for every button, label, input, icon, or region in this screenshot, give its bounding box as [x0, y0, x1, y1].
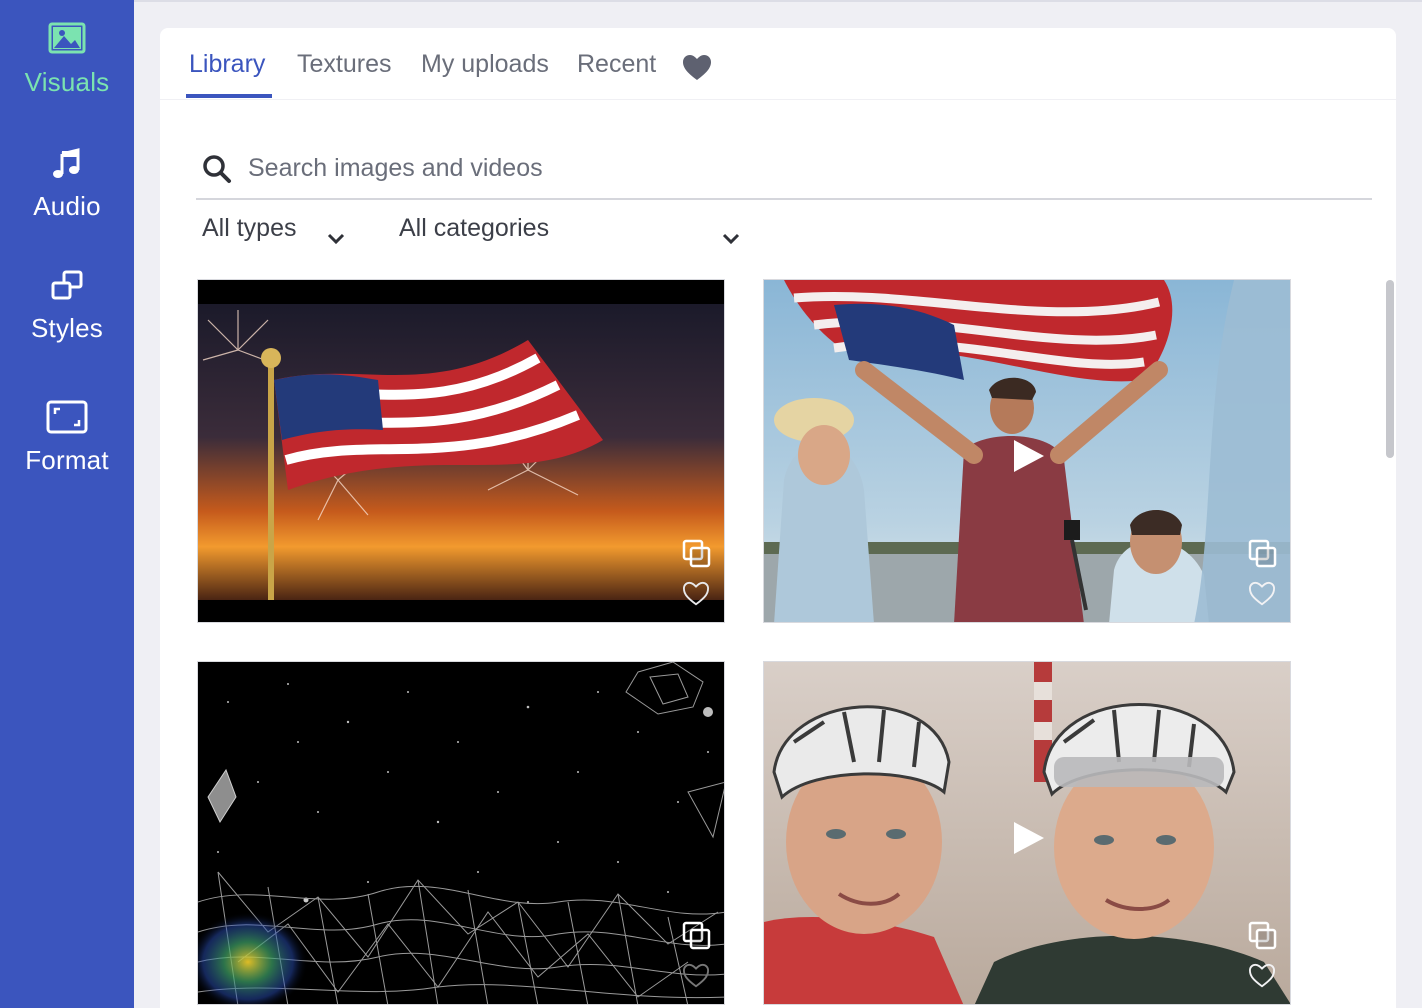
- tab-my-uploads[interactable]: My uploads: [421, 50, 549, 79]
- image-icon: [0, 22, 134, 61]
- tab-recent[interactable]: Recent: [577, 50, 656, 79]
- search-input[interactable]: [248, 148, 1348, 188]
- duplicate-icon[interactable]: [1248, 539, 1278, 574]
- heart-icon[interactable]: [682, 54, 712, 87]
- play-icon[interactable]: [1012, 820, 1046, 861]
- media-tile[interactable]: [197, 661, 725, 1005]
- duplicate-icon[interactable]: [1248, 921, 1278, 956]
- tab-bar: Library Textures My uploads Recent: [160, 28, 1396, 100]
- sidebar-item-visuals[interactable]: Visuals: [0, 22, 134, 98]
- music-note-icon: [0, 148, 134, 185]
- search-icon: [202, 154, 232, 189]
- media-tile[interactable]: [197, 279, 725, 623]
- tab-active-indicator: [186, 94, 272, 98]
- play-icon[interactable]: [1012, 438, 1046, 479]
- media-tile[interactable]: [763, 279, 1291, 623]
- tab-textures[interactable]: Textures: [297, 50, 391, 79]
- favorite-heart-icon[interactable]: [1248, 581, 1276, 612]
- sidebar-item-label: Audio: [33, 191, 101, 221]
- sidebar-item-audio[interactable]: Audio: [0, 148, 134, 222]
- format-frame-icon: [0, 400, 134, 439]
- scrollbar-thumb[interactable]: [1386, 280, 1394, 458]
- sidebar: Visuals Audio Styles Format: [0, 0, 134, 1008]
- favorite-heart-icon[interactable]: [682, 963, 710, 994]
- styles-icon: [0, 270, 134, 307]
- sidebar-item-styles[interactable]: Styles: [0, 270, 134, 344]
- tab-library[interactable]: Library: [189, 50, 265, 79]
- media-tile[interactable]: [763, 661, 1291, 1005]
- duplicate-icon[interactable]: [682, 921, 712, 956]
- duplicate-icon[interactable]: [682, 539, 712, 574]
- wireframe-space-thumbnail: [198, 662, 724, 1004]
- type-filter-dropdown[interactable]: All types: [202, 214, 352, 254]
- sidebar-item-label: Format: [25, 445, 109, 475]
- sidebar-item-label: Visuals: [24, 67, 110, 97]
- flag-fireworks-thumbnail: [198, 280, 724, 622]
- favorite-heart-icon[interactable]: [1248, 963, 1276, 994]
- search-bar: [196, 144, 1372, 200]
- sidebar-item-label: Styles: [30, 313, 103, 343]
- category-filter-label: All categories: [399, 214, 550, 242]
- category-filter-dropdown[interactable]: All categories: [399, 214, 749, 254]
- favorite-heart-icon[interactable]: [682, 581, 710, 612]
- sidebar-item-format[interactable]: Format: [0, 400, 134, 476]
- chevron-down-icon: [326, 224, 346, 253]
- type-filter-label: All types: [202, 214, 297, 242]
- top-divider: [134, 0, 1422, 2]
- chevron-down-icon: [721, 224, 741, 253]
